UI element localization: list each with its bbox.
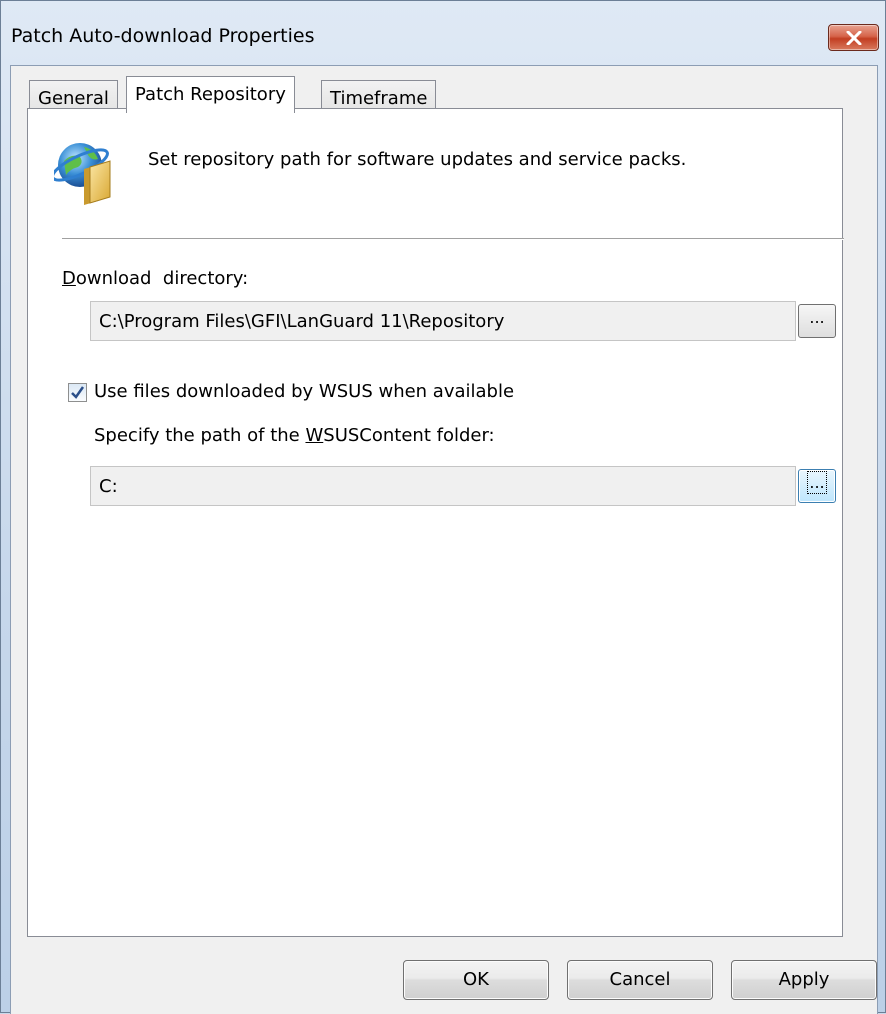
checkmark-icon — [71, 386, 85, 399]
title-bar[interactable]: Patch Auto-download Properties — [1, 1, 885, 65]
download-directory-label-text: ownload directory: — [75, 268, 249, 289]
header-description: Set repository path for software updates… — [148, 149, 687, 170]
dialog-client-area: General Patch Repository Timeframe Set r… — [10, 65, 878, 1014]
cancel-button[interactable]: Cancel — [567, 960, 713, 1000]
globe-folder-icon — [54, 143, 111, 205]
download-directory-accesskey: D — [62, 268, 76, 289]
close-icon — [846, 31, 862, 45]
wsus-path-label-before: Specify the path of the — [94, 425, 306, 446]
use-wsus-label[interactable]: Use files downloaded by WSUS when availa… — [94, 381, 514, 402]
dialog-window: Patch Auto-download Properties General P… — [0, 0, 886, 1014]
window-title: Patch Auto-download Properties — [11, 25, 315, 47]
wsus-path-browse-button[interactable]: ... — [798, 469, 836, 503]
wsus-path-label: Specify the path of the WSUSContent fold… — [94, 425, 495, 446]
wsus-path-label-after: SUSContent folder: — [323, 425, 495, 446]
tab-patch-repository[interactable]: Patch Repository — [126, 76, 295, 113]
wsus-content-path-field[interactable]: C: — [90, 466, 796, 506]
section-divider — [62, 238, 844, 240]
download-directory-label: Download directory: — [62, 268, 248, 289]
ok-button[interactable]: OK — [403, 960, 549, 1000]
close-button[interactable] — [828, 24, 879, 51]
download-directory-browse-button[interactable]: ... — [798, 304, 836, 338]
tab-panel-patch-repository: Set repository path for software updates… — [27, 108, 844, 937]
apply-button[interactable]: Apply — [731, 960, 877, 1000]
wsus-path-accesskey: W — [305, 425, 324, 446]
download-directory-field[interactable]: C:\Program Files\GFI\LanGuard 11\Reposit… — [90, 301, 796, 341]
use-wsus-checkbox[interactable] — [68, 383, 87, 402]
